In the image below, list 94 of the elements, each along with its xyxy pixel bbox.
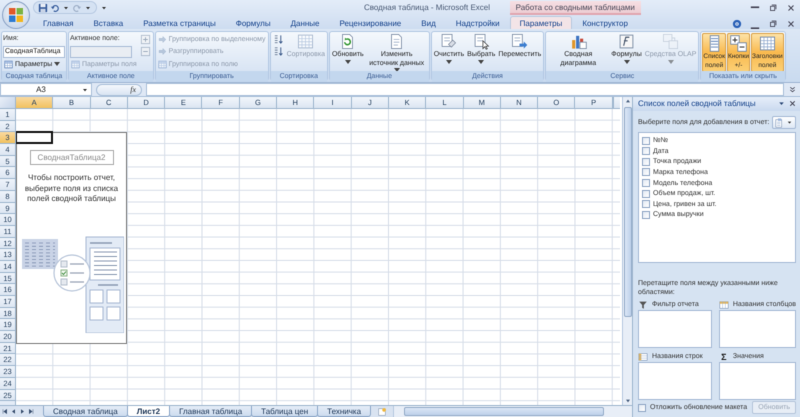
drop-area[interactable] <box>638 310 712 348</box>
caret-icon <box>668 60 674 64</box>
ribbon-tab[interactable]: Формулы <box>226 16 281 29</box>
first-sheet-button[interactable] <box>0 406 9 417</box>
ribbon-tab[interactable]: Надстройки <box>446 16 510 29</box>
undo-button[interactable] <box>50 2 60 12</box>
ribbon-tab[interactable]: Параметры <box>510 16 572 29</box>
rows-icon <box>638 352 648 362</box>
office-logo-icon <box>8 7 24 23</box>
plusminus-icon <box>730 35 748 52</box>
checkbox[interactable] <box>642 158 650 166</box>
ribbon-tab[interactable]: Данные <box>280 16 330 29</box>
close-icon <box>786 19 796 29</box>
insert-function-button[interactable]: fx <box>96 84 142 96</box>
ribbon-tab[interactable]: Вставка <box>83 16 134 29</box>
sheet-tab[interactable]: Лист2 <box>126 406 170 417</box>
sheet-tab[interactable]: Техничка <box>317 406 372 417</box>
down-arrow-icon <box>624 397 632 405</box>
caret-icon <box>786 119 793 126</box>
first-icon <box>0 407 9 416</box>
checkbox[interactable] <box>638 404 646 412</box>
checkbox[interactable] <box>642 136 650 145</box>
context-tab-group-label: Работа со сводными таблицами <box>510 1 641 15</box>
office-button[interactable] <box>2 1 30 29</box>
pivot-table-name: СводнаяТаблица2 <box>30 150 114 166</box>
save-icon <box>38 2 48 12</box>
drop-area[interactable] <box>718 362 796 400</box>
pivot-hint: Чтобы построить отчет, выберите поля из списка полей сводной таблицы <box>24 173 120 205</box>
checkbox[interactable] <box>642 210 650 219</box>
close-icon <box>788 99 797 108</box>
close-button[interactable] <box>788 99 797 108</box>
minimize-icon <box>750 26 760 29</box>
checkbox[interactable] <box>642 190 650 198</box>
cell-grid[interactable]: СводнаяТаблица2 Чтобы построить отчет, выберите поля из списка полей сводной таблицы <box>16 109 620 405</box>
ribbon-tab[interactable]: Рецензирование <box>329 16 412 29</box>
pane-title: Список полей сводной таблицы <box>638 99 757 108</box>
expand-icon <box>788 85 797 94</box>
sort-icon <box>272 34 284 45</box>
close-icon <box>786 2 796 12</box>
grid-icon <box>758 35 776 52</box>
grid-icon <box>297 33 314 50</box>
up-arrow-icon <box>624 97 632 105</box>
ribbon-tab[interactable]: Главная <box>33 16 84 29</box>
last-icon <box>27 407 36 416</box>
drop-area[interactable] <box>718 310 796 348</box>
help-icon <box>732 19 742 29</box>
eraser-icon <box>440 33 458 50</box>
checkbox[interactable] <box>642 168 650 176</box>
plus-icon <box>140 34 151 45</box>
restore-icon <box>768 19 778 29</box>
save-button[interactable] <box>38 2 48 12</box>
window-title: Сводная таблица - Microsoft Excel <box>364 3 490 12</box>
move-icon <box>511 33 528 50</box>
filter-icon <box>638 300 648 310</box>
cursor-icon <box>472 33 490 50</box>
table-icon <box>4 60 13 69</box>
caret-icon <box>478 60 484 64</box>
formula-icon <box>618 33 635 50</box>
sheet-tab[interactable]: Главная таблица <box>169 406 252 417</box>
checkbox[interactable] <box>642 200 650 208</box>
ribbon-tab[interactable]: Конструктор <box>572 16 638 29</box>
caret-icon <box>624 60 630 64</box>
undo-icon <box>50 2 60 12</box>
redo-icon <box>72 2 82 12</box>
last-sheet-button[interactable] <box>27 406 36 417</box>
columns-icon <box>718 300 729 310</box>
sheet-tab[interactable]: Таблица цен <box>251 406 318 417</box>
layout-icon <box>775 118 785 128</box>
expand-button[interactable] <box>788 85 797 94</box>
sigma-symbol: Σ <box>720 352 728 362</box>
ribbon-tab[interactable]: Вид <box>411 16 446 29</box>
sheet-tab[interactable]: Сводная таблица <box>43 406 128 417</box>
table-icon <box>71 60 80 69</box>
minimize-icon <box>750 6 760 9</box>
vertical-scrollbar[interactable] <box>622 97 632 405</box>
minus-icon <box>140 46 151 58</box>
sort-icon <box>272 46 284 58</box>
caret-icon <box>446 60 452 64</box>
formula-input[interactable] <box>146 83 784 96</box>
horizontal-scrollbar[interactable] <box>393 406 632 417</box>
caret-icon <box>344 60 351 64</box>
layout-button[interactable] <box>772 116 796 129</box>
new-sheet-icon <box>377 406 388 416</box>
checkbox[interactable] <box>642 179 650 188</box>
select-all-button[interactable] <box>0 97 16 109</box>
restore-icon <box>768 2 778 12</box>
chart-icon <box>570 33 587 50</box>
name-box[interactable]: A3 <box>0 83 92 96</box>
checkbox[interactable] <box>642 147 650 156</box>
table-icon <box>158 60 167 69</box>
selected-cell[interactable] <box>16 131 54 144</box>
ribbon-tab[interactable]: Разметка страницы <box>133 16 226 29</box>
caret-icon <box>54 62 60 66</box>
drop-area[interactable] <box>638 362 712 400</box>
